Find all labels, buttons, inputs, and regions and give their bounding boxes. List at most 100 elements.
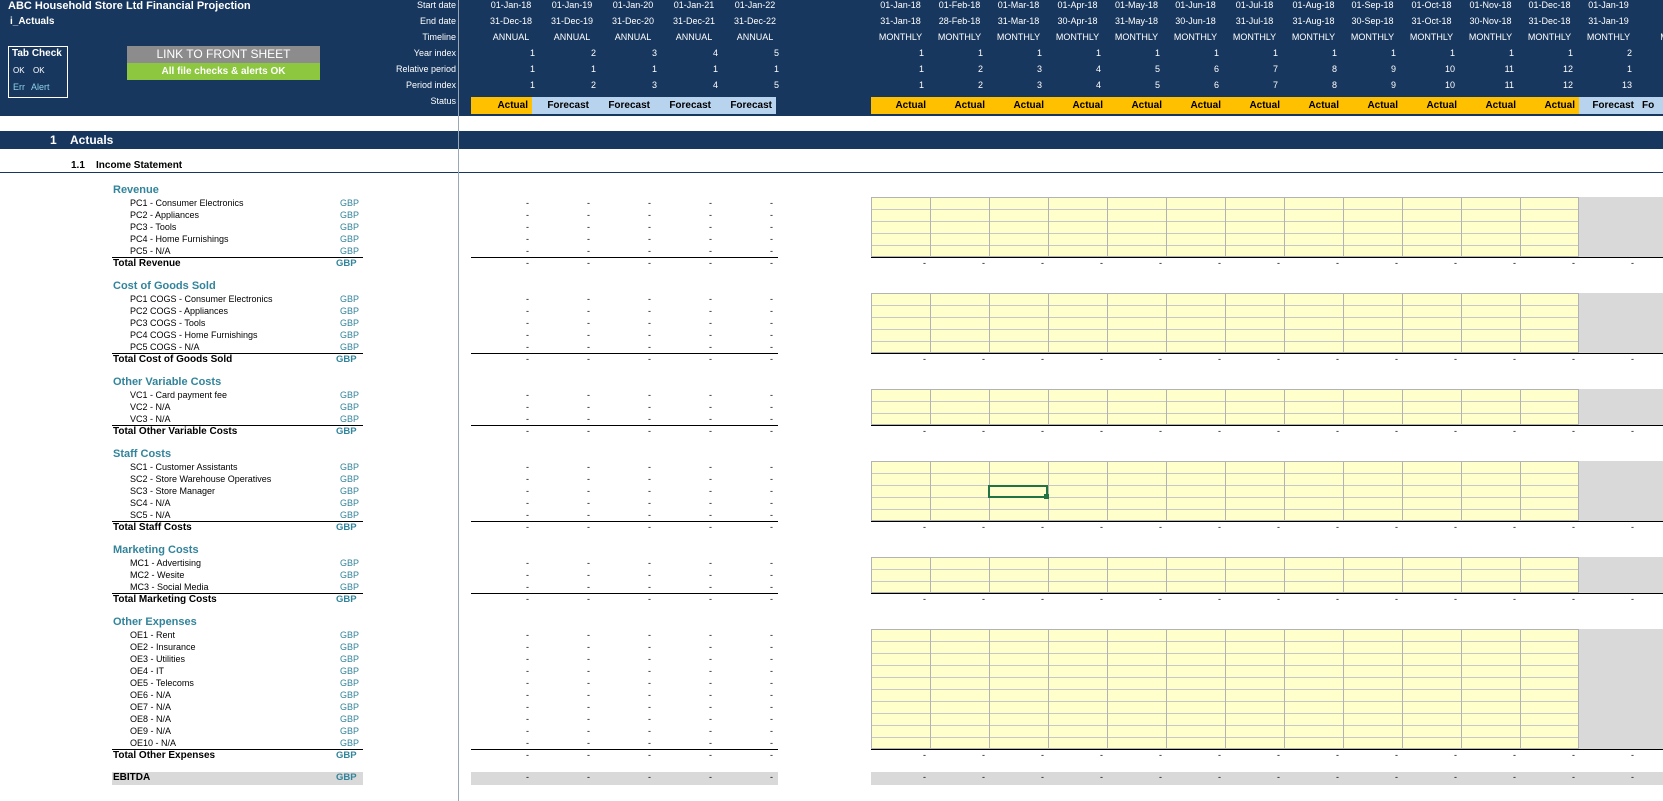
monthly-input-cells[interactable]: [871, 557, 1579, 593]
monthly-status-cell: Fo: [1638, 97, 1663, 114]
monthly-total-value: -: [1513, 522, 1516, 532]
monthly-period-index: 8: [1331, 80, 1337, 90]
annual-value: -: [526, 306, 529, 316]
monthly-total-value: -: [1218, 594, 1221, 604]
annual-value: -: [709, 210, 712, 220]
monthly-end-date: 31-Jan-18: [880, 16, 921, 26]
annual-end-date: 31-Dec-18: [489, 16, 533, 26]
annual-value: -: [770, 582, 773, 592]
annual-value: -: [709, 558, 712, 568]
selected-cell[interactable]: [988, 485, 1048, 498]
monthly-start-date: 01-Feb-18: [938, 0, 981, 10]
monthly-period-index: 11: [1504, 80, 1514, 90]
annual-total-value: -: [770, 354, 773, 364]
monthly-input-cells[interactable]: [871, 197, 1579, 257]
annual-value: -: [770, 510, 773, 520]
annual-value: -: [648, 690, 651, 700]
annual-status-cell: Actual: [471, 97, 532, 114]
annual-period-index: 4: [712, 80, 718, 90]
monthly-end-date: 30-Sep-18: [1351, 16, 1394, 26]
monthly-period-index: 6: [1213, 80, 1219, 90]
monthly-total-value: -: [1336, 426, 1339, 436]
monthly-start-date: 01-Sep-18: [1351, 0, 1394, 10]
annual-value: -: [770, 738, 773, 748]
annual-value: -: [709, 246, 712, 256]
monthly-total-value: -: [1572, 750, 1575, 760]
monthly-total-value: -: [1454, 750, 1457, 760]
forecast-cells: [1579, 197, 1663, 257]
annual-relative-period: 1: [590, 64, 596, 74]
annual-value: -: [709, 702, 712, 712]
annual-total-value: -: [526, 258, 529, 268]
monthly-input-cells[interactable]: [871, 389, 1579, 425]
annual-value: -: [709, 654, 712, 664]
annual-value: -: [709, 414, 712, 424]
annual-value: -: [770, 294, 773, 304]
annual-value: -: [648, 570, 651, 580]
annual-value: -: [648, 678, 651, 688]
monthly-input-cells[interactable]: [871, 461, 1579, 521]
monthly-total-value: -: [1041, 522, 1044, 532]
line-item-label: OE9 - N/A: [130, 726, 172, 736]
monthly-period-index: 4: [1095, 80, 1101, 90]
annual-value: -: [526, 666, 529, 676]
annual-value: -: [770, 678, 773, 688]
monthly-year-index: 1: [1272, 48, 1278, 58]
ebitda-monthly-value: -: [1631, 772, 1634, 782]
monthly-start-date: 01-Jan-19: [1588, 0, 1629, 10]
monthly-total-value: -: [1336, 354, 1339, 364]
monthly-total-value: -: [1513, 258, 1516, 268]
monthly-end-date: 31-Jan-19: [1588, 16, 1629, 26]
monthly-year-index: 1: [1508, 48, 1514, 58]
monthly-relative-period: 4: [1095, 64, 1101, 74]
monthly-status-cell: Actual: [1343, 97, 1402, 114]
monthly-timeline: MONTHLY: [1173, 32, 1218, 42]
monthly-input-cells[interactable]: [871, 629, 1579, 749]
monthly-total-value: -: [923, 522, 926, 532]
monthly-total-value: -: [1513, 750, 1516, 760]
monthly-period-index: 12: [1562, 80, 1573, 90]
annual-value: -: [770, 318, 773, 328]
line-item-label: PC2 COGS - Appliances: [130, 306, 229, 316]
annual-start-date: 01-Jan-21: [673, 0, 715, 10]
annual-value: -: [587, 570, 590, 580]
monthly-status-cell: Actual: [930, 97, 989, 114]
annual-value: -: [526, 342, 529, 352]
monthly-input-cells[interactable]: [871, 293, 1579, 353]
annual-value: -: [587, 414, 590, 424]
annual-total-value: -: [526, 354, 529, 364]
annual-value: -: [770, 462, 773, 472]
link-front-sheet-button[interactable]: LINK TO FRONT SHEET: [127, 46, 320, 63]
annual-value: -: [709, 462, 712, 472]
annual-total-value: -: [709, 354, 712, 364]
monthly-total-value: -: [1159, 258, 1162, 268]
section-bar: 1 Actuals: [0, 131, 1663, 149]
annual-value: -: [526, 210, 529, 220]
monthly-end-date: 30-Nov-18: [1469, 16, 1512, 26]
monthly-year-index: 1: [1213, 48, 1219, 58]
monthly-start-date: 01-May-18: [1114, 0, 1159, 10]
forecast-cells: [1579, 557, 1663, 593]
fill-handle[interactable]: [1044, 494, 1049, 499]
monthly-total-value: -: [1277, 594, 1280, 604]
annual-timeline: ANNUAL: [492, 32, 530, 42]
annual-value: -: [526, 702, 529, 712]
total-unit: GBP: [336, 426, 357, 437]
annual-status-cell: Forecast: [593, 97, 654, 114]
line-item-label: PC1 COGS - Consumer Electronics: [130, 294, 273, 304]
monthly-year-index: 1: [1449, 48, 1455, 58]
line-item-label: OE1 - Rent: [130, 630, 176, 640]
monthly-timeline: MONTHLY: [1055, 32, 1100, 42]
line-item-unit: GBP: [340, 690, 360, 700]
monthly-total-value: -: [1100, 426, 1103, 436]
line-item-unit: GBP: [340, 642, 360, 652]
annual-value: -: [648, 582, 651, 592]
annual-value: -: [709, 222, 712, 232]
monthly-relative-period: 5: [1154, 64, 1160, 74]
annual-value: -: [648, 642, 651, 652]
annual-period-index: 2: [590, 80, 596, 90]
monthly-period-index: 13: [1621, 80, 1632, 90]
annual-value: -: [770, 714, 773, 724]
annual-value: -: [587, 342, 590, 352]
total-unit: GBP: [336, 522, 357, 533]
